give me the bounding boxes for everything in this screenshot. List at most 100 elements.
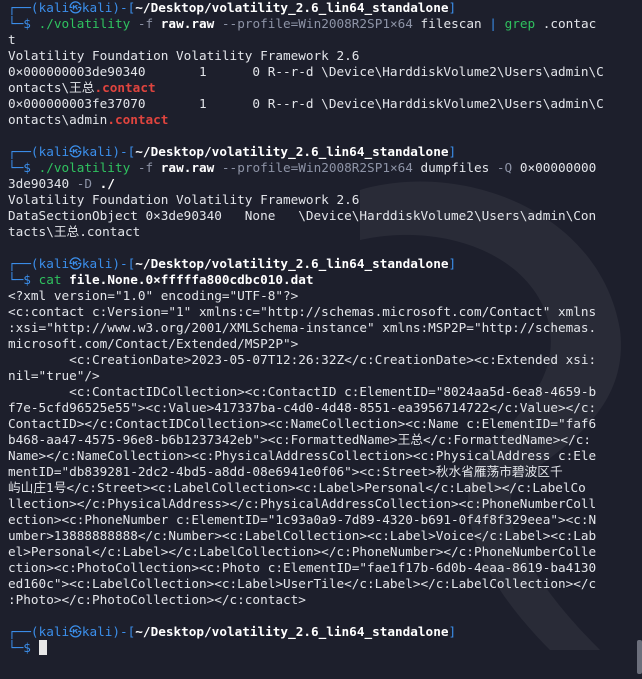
prompt-path: ~/Desktop/volatility_2.6_lin64_standalon… [135, 144, 449, 159]
prompt-line: ┌──(kali㉿kali)-[~/Desktop/volatility_2.6… [8, 144, 630, 160]
xml-line: <c:ContactIDCollection><c:ContactID c:El… [8, 384, 597, 399]
output-banner: Volatility Foundation Volatility Framewo… [8, 48, 360, 63]
prompt-user: kali [38, 144, 70, 159]
xml-line: f7e-5cfd96525e55"><c:Value>417337ba-c4d0… [8, 400, 597, 415]
command-file: raw.raw [160, 160, 215, 175]
xml-line: Name></c:NameCollection><c:PhysicalAddre… [8, 448, 597, 463]
xml-line: nil="true"/> [8, 368, 100, 383]
prompt-open: ┌──( [8, 256, 39, 271]
prompt-end: ] [448, 256, 457, 271]
prompt-line: ┌──(kali㉿kali)-[~/Desktop/volatility_2.6… [8, 0, 630, 16]
prompt-path: ~/Desktop/volatility_2.6_lin64_standalon… [135, 256, 449, 271]
command-line[interactable]: └─$ [8, 640, 630, 656]
xml-line: ContactID></c:ContactIDCollection><c:Nam… [8, 416, 597, 431]
prompt-close: )-[ [112, 256, 136, 271]
prompt-line: ┌──(kali㉿kali)-[~/Desktop/volatility_2.6… [8, 624, 630, 640]
command-plugin: filescan [420, 16, 482, 31]
xml-line: :xsi="http://www.w3.org/2001/XMLSchema-i… [8, 320, 597, 335]
grep-match: .contact [94, 80, 156, 95]
prompt-user: kali [38, 256, 70, 271]
prompt-host: kali [81, 0, 113, 15]
command-flag: -f [137, 16, 154, 31]
prompt-user: kali [38, 624, 70, 639]
xml-line: ed160c"><c:LabelCollection><c:Label>User… [8, 576, 597, 591]
terminal-output[interactable]: ┌──(kali㉿kali)-[~/Desktop/volatility_2.6… [8, 0, 630, 679]
output-line: ontacts\王总.contact [8, 80, 630, 96]
prompt-at: ㉿ [69, 144, 82, 159]
cursor[interactable] [38, 640, 47, 655]
output-line: 0×000000003de90340 1 0 R--r-d \Device\Ha… [8, 64, 604, 79]
command-file: raw.raw [160, 16, 215, 31]
prompt-host: kali [81, 144, 113, 159]
command-pattern: .contac [542, 16, 597, 31]
command-profile: --profile=Win2008R2SP1×64 [221, 160, 413, 175]
command-profile: --profile=Win2008R2SP1×64 [221, 16, 413, 31]
prompt-end: ] [448, 0, 457, 15]
command-pipe: | [489, 16, 497, 31]
command-line: └─$ ./volatility -f raw.raw --profile=Wi… [8, 160, 630, 176]
prompt-dollar: $ [23, 272, 31, 287]
grep-match: .contact [107, 112, 169, 127]
xml-line: el>Personal</c:Label></c:LabelCollection… [8, 544, 597, 559]
xml-line: ection><c:PhoneNumber c:ElementID="1c93a… [8, 512, 597, 527]
prompt-host: kali [81, 624, 113, 639]
prompt-dollar: $ [23, 16, 31, 31]
command-exe: ./volatility [38, 160, 131, 175]
command-address: 3de90340 [8, 176, 70, 191]
command-line: └─$ cat file.None.0×fffffa800cdbc010.dat [8, 272, 630, 288]
command-line: └─$ ./volatility -f raw.raw --profile=Wi… [8, 16, 630, 32]
output-text: ontacts\admin [8, 112, 108, 127]
prompt-corner: └─ [8, 640, 24, 655]
command-flag: -D [76, 176, 93, 191]
output-line: 0×000000003fe37070 1 0 R--r-d \Device\Ha… [8, 96, 604, 111]
command-dir: ./ [99, 176, 115, 191]
command-flag: -f [137, 160, 154, 175]
command-address: 0×00000000 [519, 160, 597, 175]
prompt-corner: └─ [8, 160, 24, 175]
prompt-open: ┌──( [8, 624, 39, 639]
xml-output: <?xml version="1.0" encoding="UTF-8"?> <c… [8, 288, 630, 608]
prompt-dollar: $ [23, 640, 31, 655]
xml-line: umber>13888888888</c:Number><c:LabelColl… [8, 528, 597, 543]
prompt-close: )-[ [112, 624, 136, 639]
output-line: ontacts\admin.contact [8, 112, 630, 128]
prompt-open: ┌──( [8, 144, 39, 159]
prompt-end: ] [448, 144, 457, 159]
output-line: DataSectionObject 0×3de90340 None \Devic… [8, 208, 597, 223]
prompt-corner: └─ [8, 16, 24, 31]
xml-line: ction><c:PhotoCollection><c:Photo c:Elem… [8, 560, 597, 575]
prompt-open: ┌──( [8, 0, 39, 15]
command-wrap: 3de90340 -D ./ [8, 176, 630, 192]
prompt-at: ㉿ [69, 256, 82, 271]
prompt-dollar: $ [23, 160, 31, 175]
prompt-corner: └─ [8, 272, 24, 287]
xml-line: <c:contact c:Version="1" xmlns:c="http:/… [8, 304, 597, 319]
xml-line: :Photo></c:PhotoCollection></c:contact> [8, 592, 306, 607]
xml-line: mentID="db839281-2dc2-4bd5-a8dd-08e6941e… [8, 464, 563, 479]
xml-line: <c:CreationDate>2023-05-07T12:26:32Z</c:… [8, 352, 597, 367]
prompt-user: kali [38, 0, 70, 15]
prompt-line: ┌──(kali㉿kali)-[~/Desktop/volatility_2.6… [8, 256, 630, 272]
command-wrap: t [8, 32, 16, 47]
output-line: tacts\王总.contact [8, 224, 141, 239]
xml-line: <?xml version="1.0" encoding="UTF-8"?> [8, 288, 299, 303]
xml-line: microsoft.com/Contact/Extended/MSP2P"> [8, 336, 299, 351]
output-banner: Volatility Foundation Volatility Framewo… [8, 192, 360, 207]
scrollbar[interactable] [637, 640, 642, 674]
command-plugin: dumpfiles [420, 160, 490, 175]
command-exe: ./volatility [38, 16, 131, 31]
prompt-at: ㉿ [69, 624, 82, 639]
xml-line: llection></c:PhysicalAddress></c:Physica… [8, 496, 597, 511]
command-grep: grep [504, 16, 536, 31]
prompt-host: kali [81, 256, 113, 271]
xml-line: b468-aa47-4575-96e8-b6b1237342eb"><c:For… [8, 432, 591, 447]
prompt-path: ~/Desktop/volatility_2.6_lin64_standalon… [135, 0, 449, 15]
prompt-close: )-[ [112, 144, 136, 159]
prompt-at: ㉿ [69, 0, 82, 15]
prompt-close: )-[ [112, 0, 136, 15]
prompt-path: ~/Desktop/volatility_2.6_lin64_standalon… [135, 624, 449, 639]
xml-line: 屿山庄1号</c:Street><c:LabelCollection><c:La… [8, 480, 586, 495]
